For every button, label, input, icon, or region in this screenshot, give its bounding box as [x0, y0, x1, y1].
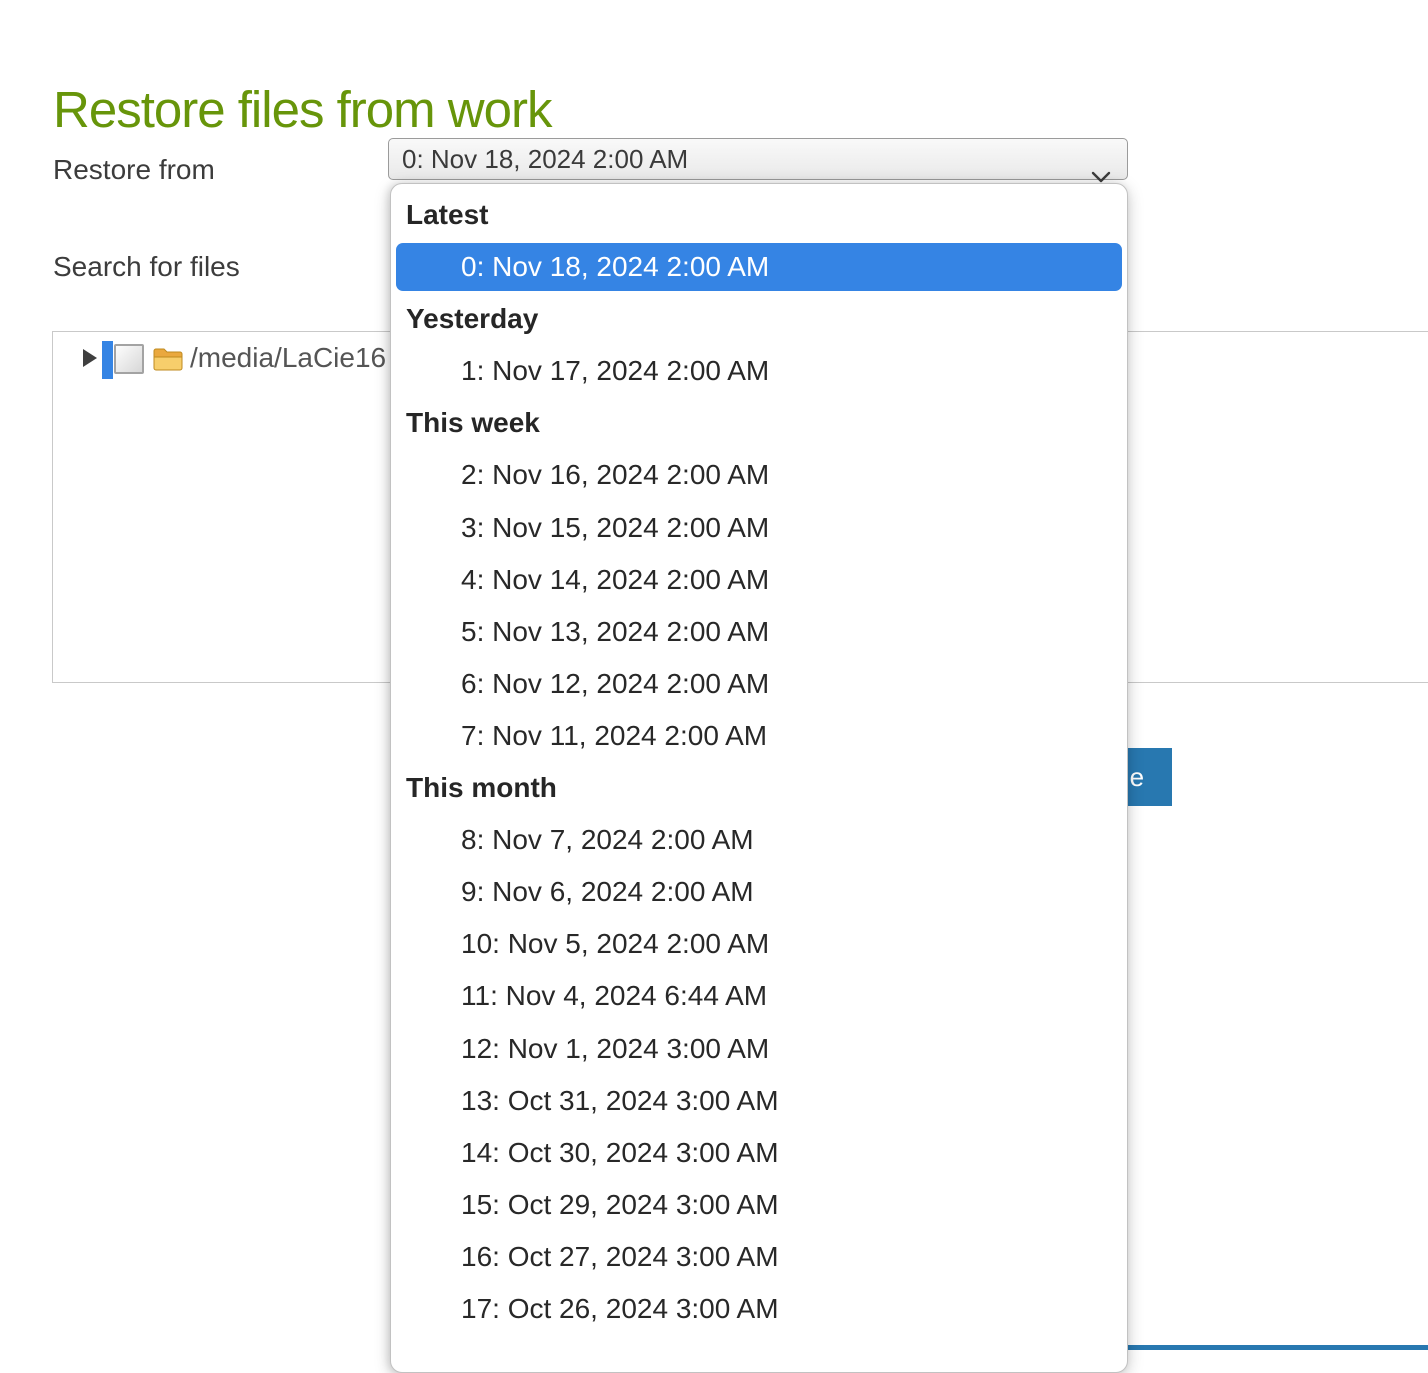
dropdown-group-label: This week [391, 397, 1127, 449]
tree-node-path[interactable]: /media/LaCie16 [190, 342, 386, 374]
dropdown-option[interactable]: 16: Oct 27, 2024 3:00 AM [391, 1231, 1127, 1283]
dropdown-option[interactable]: 2: Nov 16, 2024 2:00 AM [391, 449, 1127, 501]
dropdown-group-label: This month [391, 762, 1127, 814]
dropdown-group-label: Latest [391, 189, 1127, 241]
dropdown-option[interactable]: 4: Nov 14, 2024 2:00 AM [391, 554, 1127, 606]
restore-version-select-value: 0: Nov 18, 2024 2:00 AM [402, 144, 688, 174]
dropdown-option[interactable]: 12: Nov 1, 2024 3:00 AM [391, 1023, 1127, 1075]
tree-focus-indicator [102, 341, 113, 379]
page-title: Restore files from work [53, 80, 551, 139]
dropdown-option[interactable]: 1: Nov 17, 2024 2:00 AM [391, 345, 1127, 397]
dropdown-option[interactable]: 9: Nov 6, 2024 2:00 AM [391, 866, 1127, 918]
restore-from-label: Restore from [53, 154, 215, 186]
dropdown-option[interactable]: 3: Nov 15, 2024 2:00 AM [391, 502, 1127, 554]
expand-triangle-icon[interactable] [83, 349, 97, 367]
dropdown-option[interactable]: 6: Nov 12, 2024 2:00 AM [391, 658, 1127, 710]
dropdown-option[interactable]: 15: Oct 29, 2024 3:00 AM [391, 1179, 1127, 1231]
dropdown-group-label: Yesterday [391, 293, 1127, 345]
dropdown-option[interactable]: 7: Nov 11, 2024 2:00 AM [391, 710, 1127, 762]
folder-icon [152, 346, 184, 378]
dropdown-option[interactable]: 8: Nov 7, 2024 2:00 AM [391, 814, 1127, 866]
dropdown-option[interactable]: 5: Nov 13, 2024 2:00 AM [391, 606, 1127, 658]
search-for-files-label: Search for files [53, 251, 240, 283]
dropdown-option[interactable]: 17: Oct 26, 2024 3:00 AM [391, 1283, 1127, 1335]
restore-version-dropdown: Latest 0: Nov 18, 2024 2:00 AM Yesterday… [390, 183, 1128, 1373]
tree-node-checkbox[interactable] [114, 344, 144, 374]
restore-version-select[interactable]: 0: Nov 18, 2024 2:00 AM [388, 138, 1128, 180]
chevron-down-icon [1091, 154, 1111, 166]
dropdown-option-selected[interactable]: 0: Nov 18, 2024 2:00 AM [396, 243, 1122, 291]
dropdown-option[interactable]: 10: Nov 5, 2024 2:00 AM [391, 918, 1127, 970]
dropdown-option[interactable]: 11: Nov 4, 2024 6:44 AM [391, 970, 1127, 1022]
dropdown-option[interactable]: 13: Oct 31, 2024 3:00 AM [391, 1075, 1127, 1127]
dropdown-option[interactable]: 14: Oct 30, 2024 3:00 AM [391, 1127, 1127, 1179]
